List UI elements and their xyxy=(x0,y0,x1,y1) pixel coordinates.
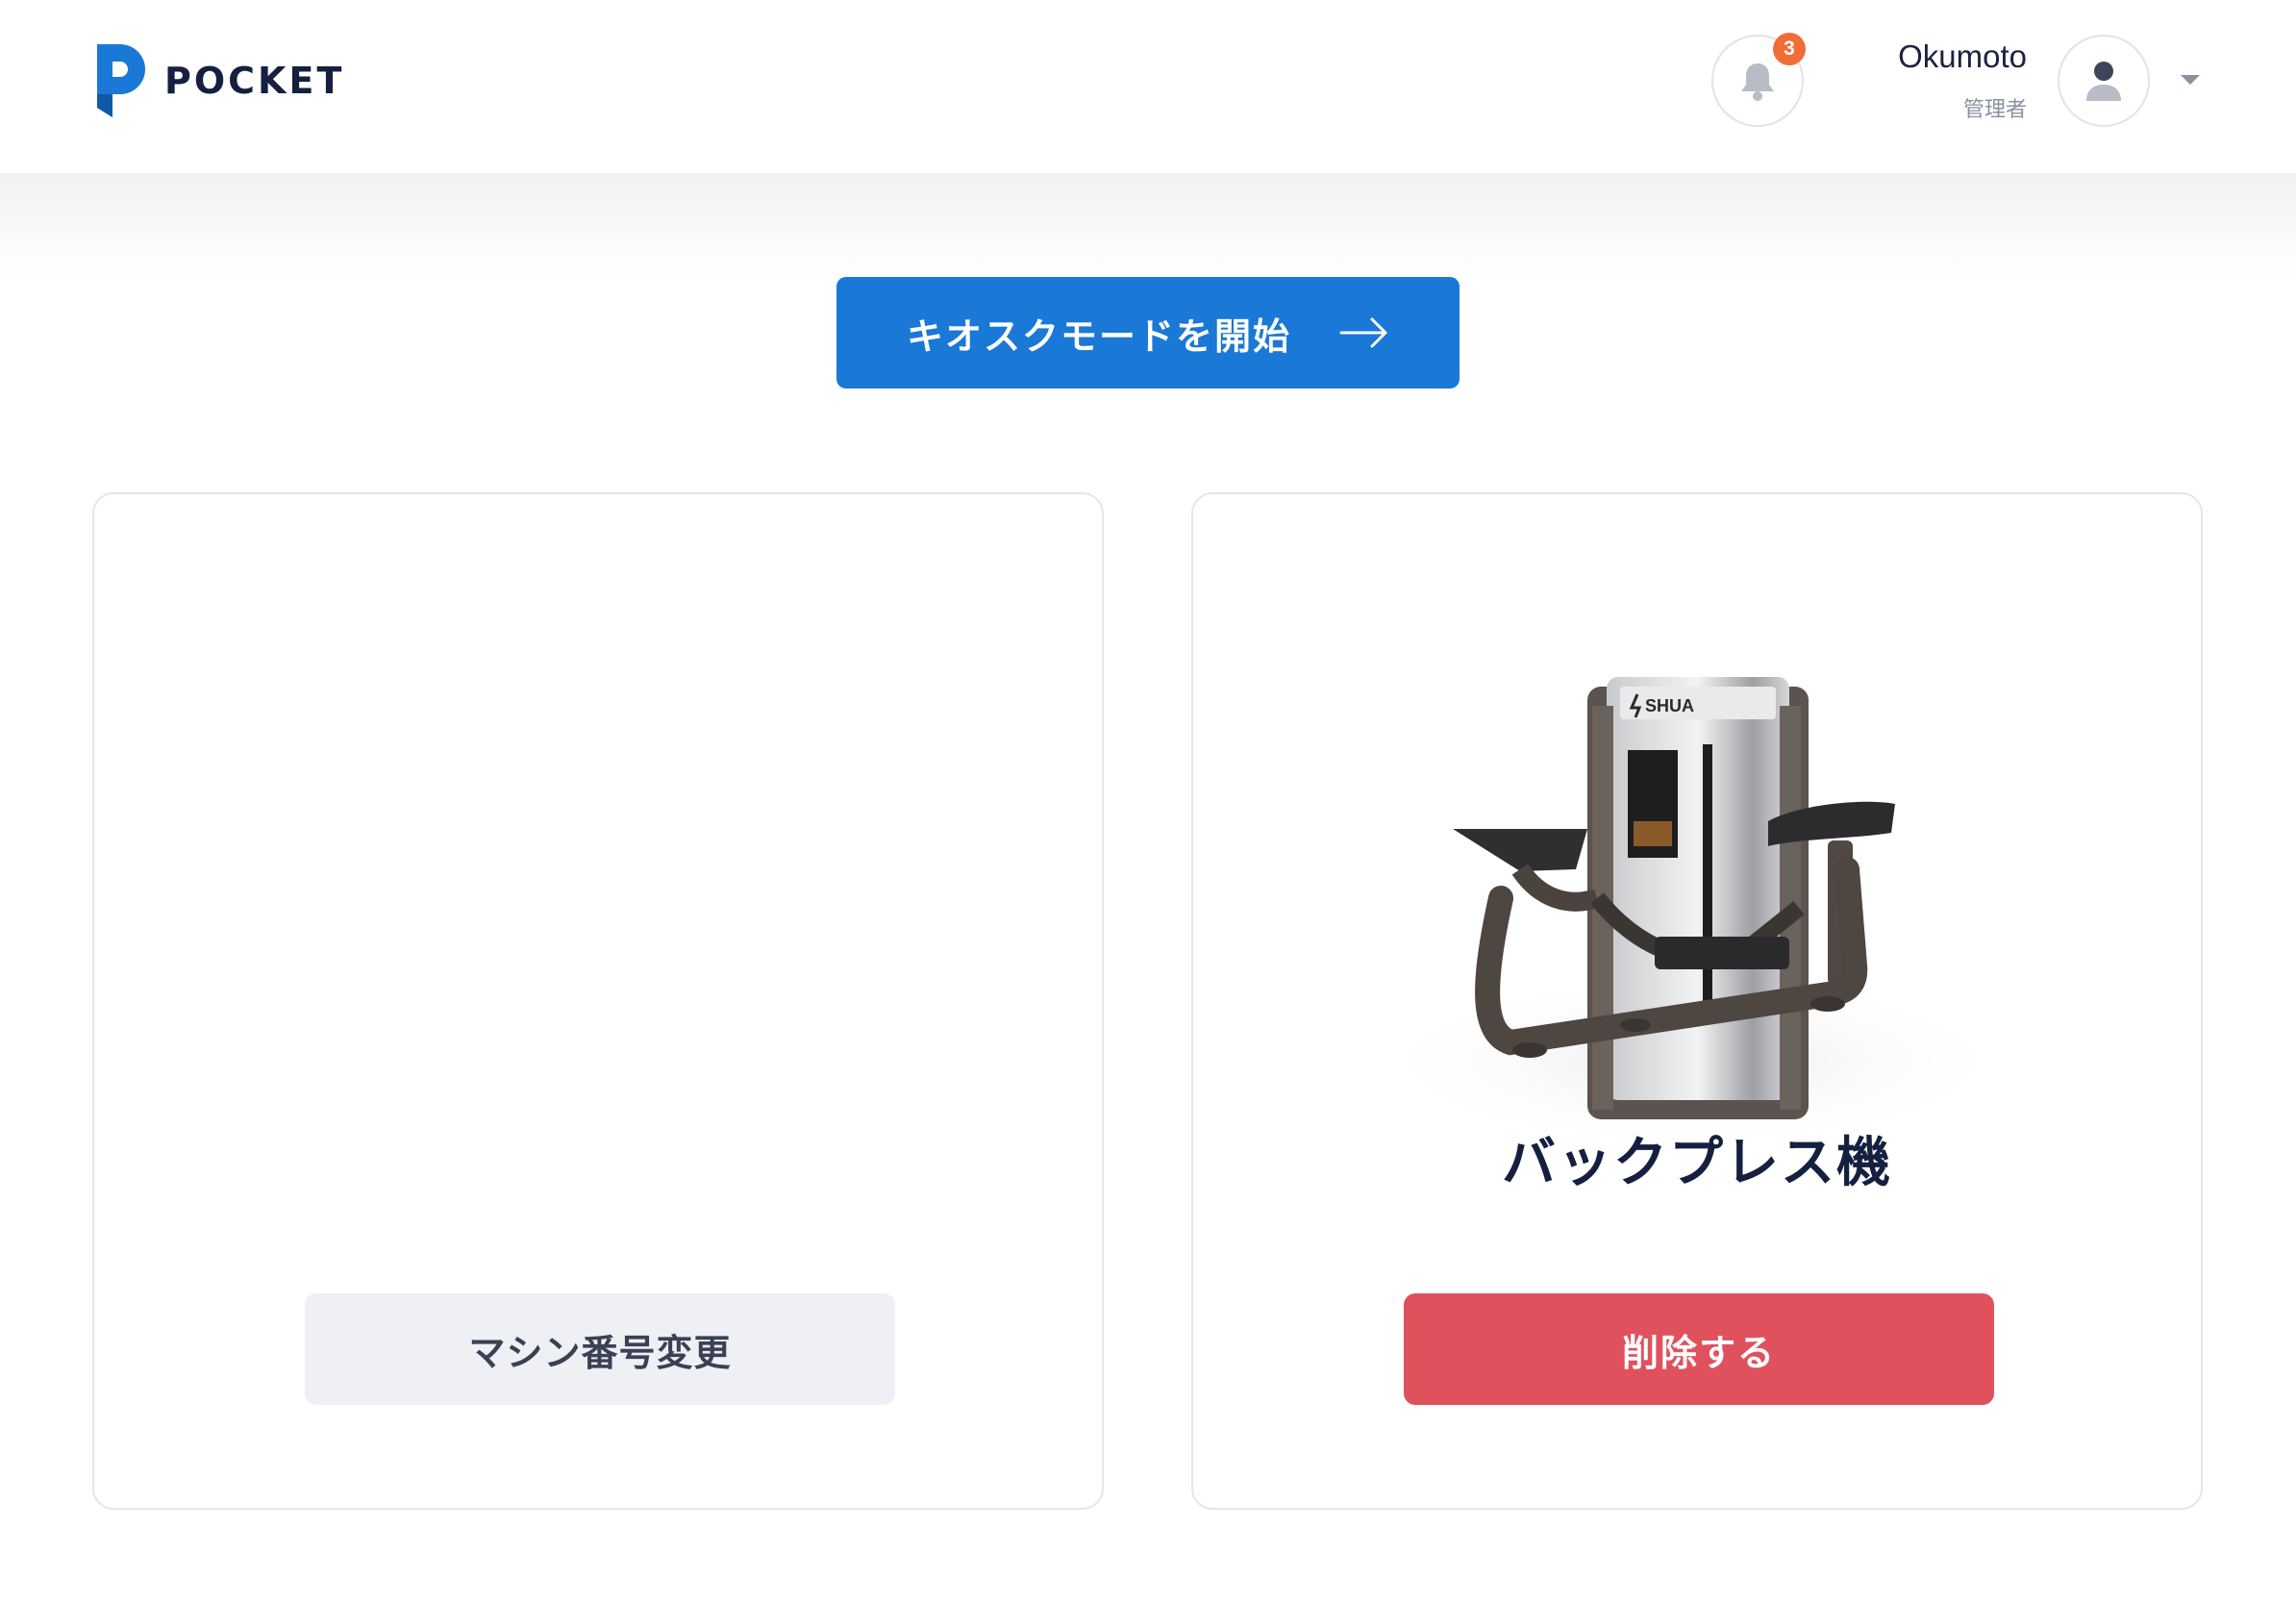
back-press-machine-image: SHUA xyxy=(1366,677,2020,1148)
header-shadow xyxy=(0,173,2296,279)
top-header: POCKET 3 Okumoto 管理者 xyxy=(0,0,2296,173)
pocket-logo-icon xyxy=(97,44,145,117)
machine-card-empty: マシン番号変更 xyxy=(92,492,1104,1510)
user-name: Okumoto xyxy=(1898,38,2027,74)
bell-icon xyxy=(1741,63,1774,101)
machine-brand-text: SHUA xyxy=(1645,696,1694,715)
change-machine-number-button[interactable]: マシン番号変更 xyxy=(305,1293,895,1405)
caret-down-icon[interactable] xyxy=(2179,73,2202,87)
brand-logo[interactable]: POCKET xyxy=(91,44,344,117)
kiosk-button-label: キオスクモードを開始 xyxy=(906,314,1291,358)
user-avatar-button[interactable] xyxy=(2058,35,2150,127)
user-role: 管理者 xyxy=(1962,98,2027,122)
brand-name: POCKET xyxy=(164,60,345,102)
arrow-right-icon xyxy=(1339,317,1387,348)
machine-card: SHUA バックプレス機 削除する xyxy=(1191,492,2203,1510)
machine-name: バックプレス機 xyxy=(1502,1132,1892,1194)
start-kiosk-mode-button[interactable]: キオスクモードを開始 xyxy=(836,277,1460,388)
delete-button[interactable]: 削除する xyxy=(1404,1293,1994,1405)
user-avatar-icon xyxy=(2086,62,2121,101)
notification-count-badge: 3 xyxy=(1773,33,1806,65)
